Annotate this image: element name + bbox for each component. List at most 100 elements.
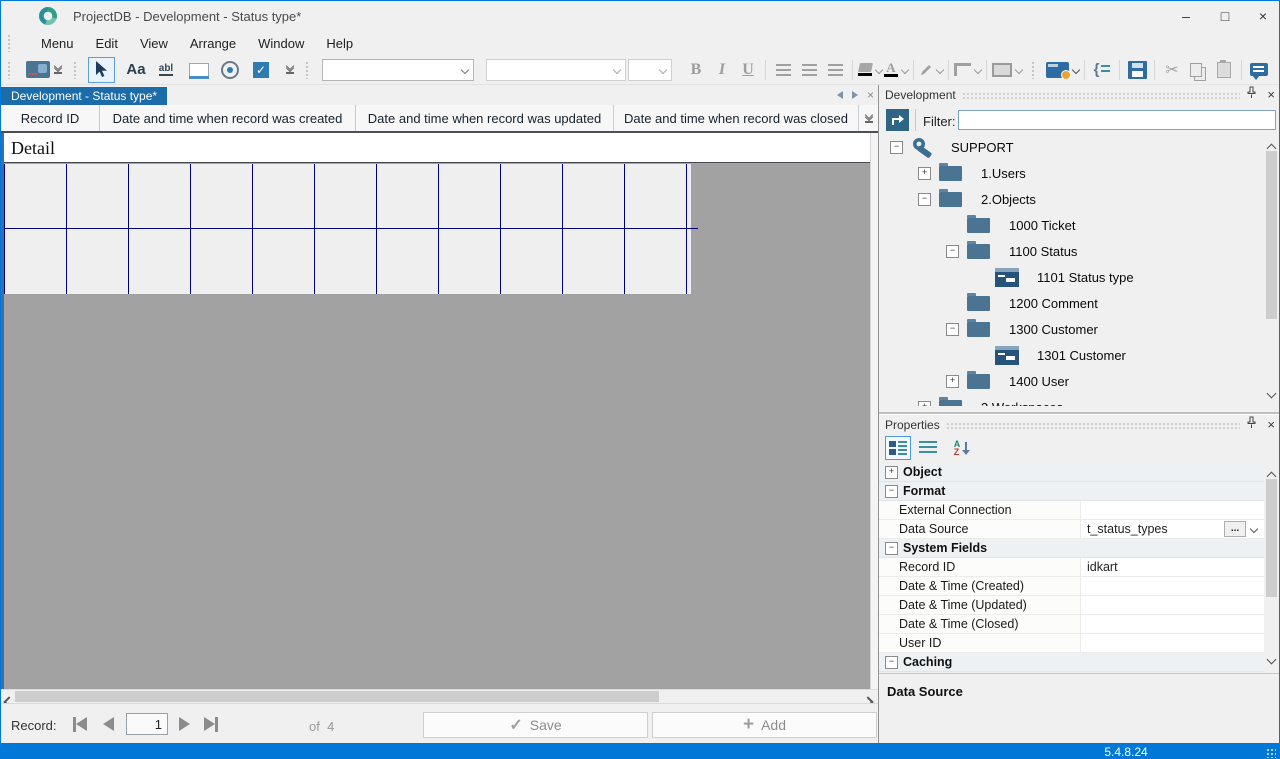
tree-expander[interactable]: − (946, 245, 959, 258)
tree-item-1000-ticket[interactable]: 1000 Ticket (879, 212, 1264, 238)
next-record-button[interactable] (179, 714, 190, 734)
tree-expander[interactable]: + (918, 401, 931, 407)
sort-alphabetical-button[interactable]: AZ (949, 436, 975, 460)
field-header-date-and-time-when-record-was-closed[interactable]: Date and time when record was closed (614, 105, 859, 131)
prop-value[interactable] (1081, 615, 1264, 633)
prop-row-date-time-updated[interactable]: Date & Time (Updated) (879, 596, 1264, 615)
section-expander[interactable]: − (885, 485, 898, 498)
tab-development-status-type[interactable]: Development - Status type* (1, 87, 167, 105)
menu-window[interactable]: Window (247, 33, 315, 54)
pin-icon[interactable] (1246, 416, 1257, 434)
prop-section-format[interactable]: −Format (879, 482, 1264, 501)
label-tool-button[interactable]: Aa (124, 57, 148, 83)
save-button[interactable] (1125, 57, 1149, 83)
new-form-button[interactable] (26, 57, 50, 83)
prop-section-system-fields[interactable]: −System Fields (879, 539, 1264, 558)
filter-input[interactable] (958, 110, 1276, 130)
prop-section-caching[interactable]: −Caching (879, 653, 1264, 672)
record-number-input[interactable] (126, 713, 168, 735)
fill-color-button[interactable] (858, 57, 882, 83)
tab-close-icon[interactable]: × (867, 90, 874, 100)
align-center-button[interactable] (797, 57, 821, 83)
style-combobox[interactable] (322, 59, 474, 81)
detail-band-header[interactable]: Detail (4, 133, 878, 163)
tree-expander[interactable]: − (946, 323, 959, 336)
scroll-down-icon[interactable] (1268, 384, 1275, 402)
canvas-horizontal-scrollbar[interactable] (1, 689, 878, 703)
toolbar-overflow-icon[interactable] (54, 65, 62, 74)
categorized-view-button[interactable] (885, 436, 911, 460)
radio-tool-button[interactable] (218, 57, 242, 83)
section-expander[interactable]: − (885, 542, 898, 555)
value-dropdown-button[interactable] (1246, 521, 1262, 537)
border-button[interactable] (992, 57, 1022, 83)
canvas-vertical-scrollbar[interactable] (870, 133, 878, 689)
panel-close-icon[interactable]: × (1267, 89, 1275, 101)
copy-button[interactable] (1186, 57, 1210, 83)
tree-item-2-objects[interactable]: −2.Objects (879, 186, 1264, 212)
tree-item-1301-customer[interactable]: 1301 Customer (879, 342, 1264, 368)
tree-item-1101-status-type[interactable]: 1101 Status type (879, 264, 1264, 290)
tree-item-1400-user[interactable]: +1400 User (879, 368, 1264, 394)
cut-button[interactable]: ✂ (1160, 57, 1184, 83)
tree-expander[interactable]: − (890, 141, 903, 154)
menu-help[interactable]: Help (315, 33, 364, 54)
prop-value[interactable]: idkart (1081, 558, 1264, 576)
tab-scroll-right-icon[interactable] (852, 91, 858, 99)
tree-expander[interactable]: + (946, 375, 959, 388)
pin-icon[interactable] (1246, 86, 1257, 104)
field-header-date-and-time-when-record-was-updated[interactable]: Date and time when record was updated (356, 105, 614, 131)
prop-section-object[interactable]: +Object (879, 463, 1264, 482)
bold-button[interactable]: B (684, 57, 708, 83)
properties-scroll-thumb[interactable] (1266, 479, 1277, 597)
panel-close-icon[interactable]: × (1267, 419, 1275, 431)
textbox-tool-button[interactable]: abl (154, 57, 178, 83)
properties-scrollbar[interactable] (1264, 463, 1279, 672)
tree-item-3-workspaces[interactable]: +3.Workspaces (879, 394, 1264, 406)
tree-expander[interactable]: − (918, 193, 931, 206)
save-record-button[interactable]: ✓ Save (423, 712, 648, 738)
tree-item-1100-status[interactable]: −1100 Status (879, 238, 1264, 264)
pointer-tool-button[interactable] (88, 57, 115, 83)
go-to-object-button[interactable] (886, 109, 909, 131)
prop-value[interactable] (1081, 634, 1264, 652)
tree-scroll-thumb[interactable] (1266, 151, 1277, 319)
prop-value[interactable] (1081, 577, 1264, 595)
prop-value[interactable] (1081, 501, 1264, 519)
tree-item-1200-comment[interactable]: 1200 Comment (879, 290, 1264, 316)
menu-menu[interactable]: Menu (30, 33, 85, 54)
close-button[interactable]: × (1247, 4, 1279, 28)
object-view-button[interactable] (1046, 57, 1079, 83)
underline-button[interactable]: U (736, 57, 760, 83)
align-right-button[interactable] (823, 57, 847, 83)
menu-view[interactable]: View (129, 33, 179, 54)
tools-overflow-icon[interactable] (286, 65, 294, 74)
tree-item-support[interactable]: −SUPPORT (879, 134, 1264, 160)
tree-expander[interactable]: + (918, 167, 931, 180)
tree-scrollbar[interactable] (1264, 134, 1279, 406)
add-record-button[interactable]: + Add (652, 712, 877, 738)
prop-value[interactable]: t_status_types... (1081, 520, 1264, 538)
prop-row-date-time-created[interactable]: Date & Time (Created) (879, 577, 1264, 596)
last-record-button[interactable] (204, 714, 218, 734)
ellipsis-button[interactable]: ... (1224, 521, 1246, 537)
detail-band-grid[interactable] (4, 164, 691, 294)
tree-item-1300-customer[interactable]: −1300 Customer (879, 316, 1264, 342)
prop-row-date-time-closed[interactable]: Date & Time (Closed) (879, 615, 1264, 634)
comments-button[interactable] (1247, 57, 1271, 83)
list-view-button[interactable] (915, 436, 941, 460)
border-style-button[interactable] (954, 57, 981, 83)
font-size-combobox[interactable] (628, 59, 672, 81)
scroll-down-icon[interactable] (1268, 650, 1275, 668)
field-header-overflow[interactable] (859, 105, 878, 131)
fields-list-button[interactable]: { (1090, 57, 1114, 83)
line-color-button[interactable] (919, 57, 943, 83)
prop-value[interactable] (1081, 596, 1264, 614)
first-record-button[interactable] (73, 714, 87, 734)
field-header-date-and-time-when-record-was-created[interactable]: Date and time when record was created (100, 105, 356, 131)
button-tool-button[interactable] (187, 57, 211, 83)
maximize-button[interactable]: □ (1209, 4, 1241, 28)
italic-button[interactable]: I (710, 57, 734, 83)
design-canvas[interactable]: Detail (1, 133, 878, 689)
font-color-button[interactable]: A (884, 57, 908, 83)
